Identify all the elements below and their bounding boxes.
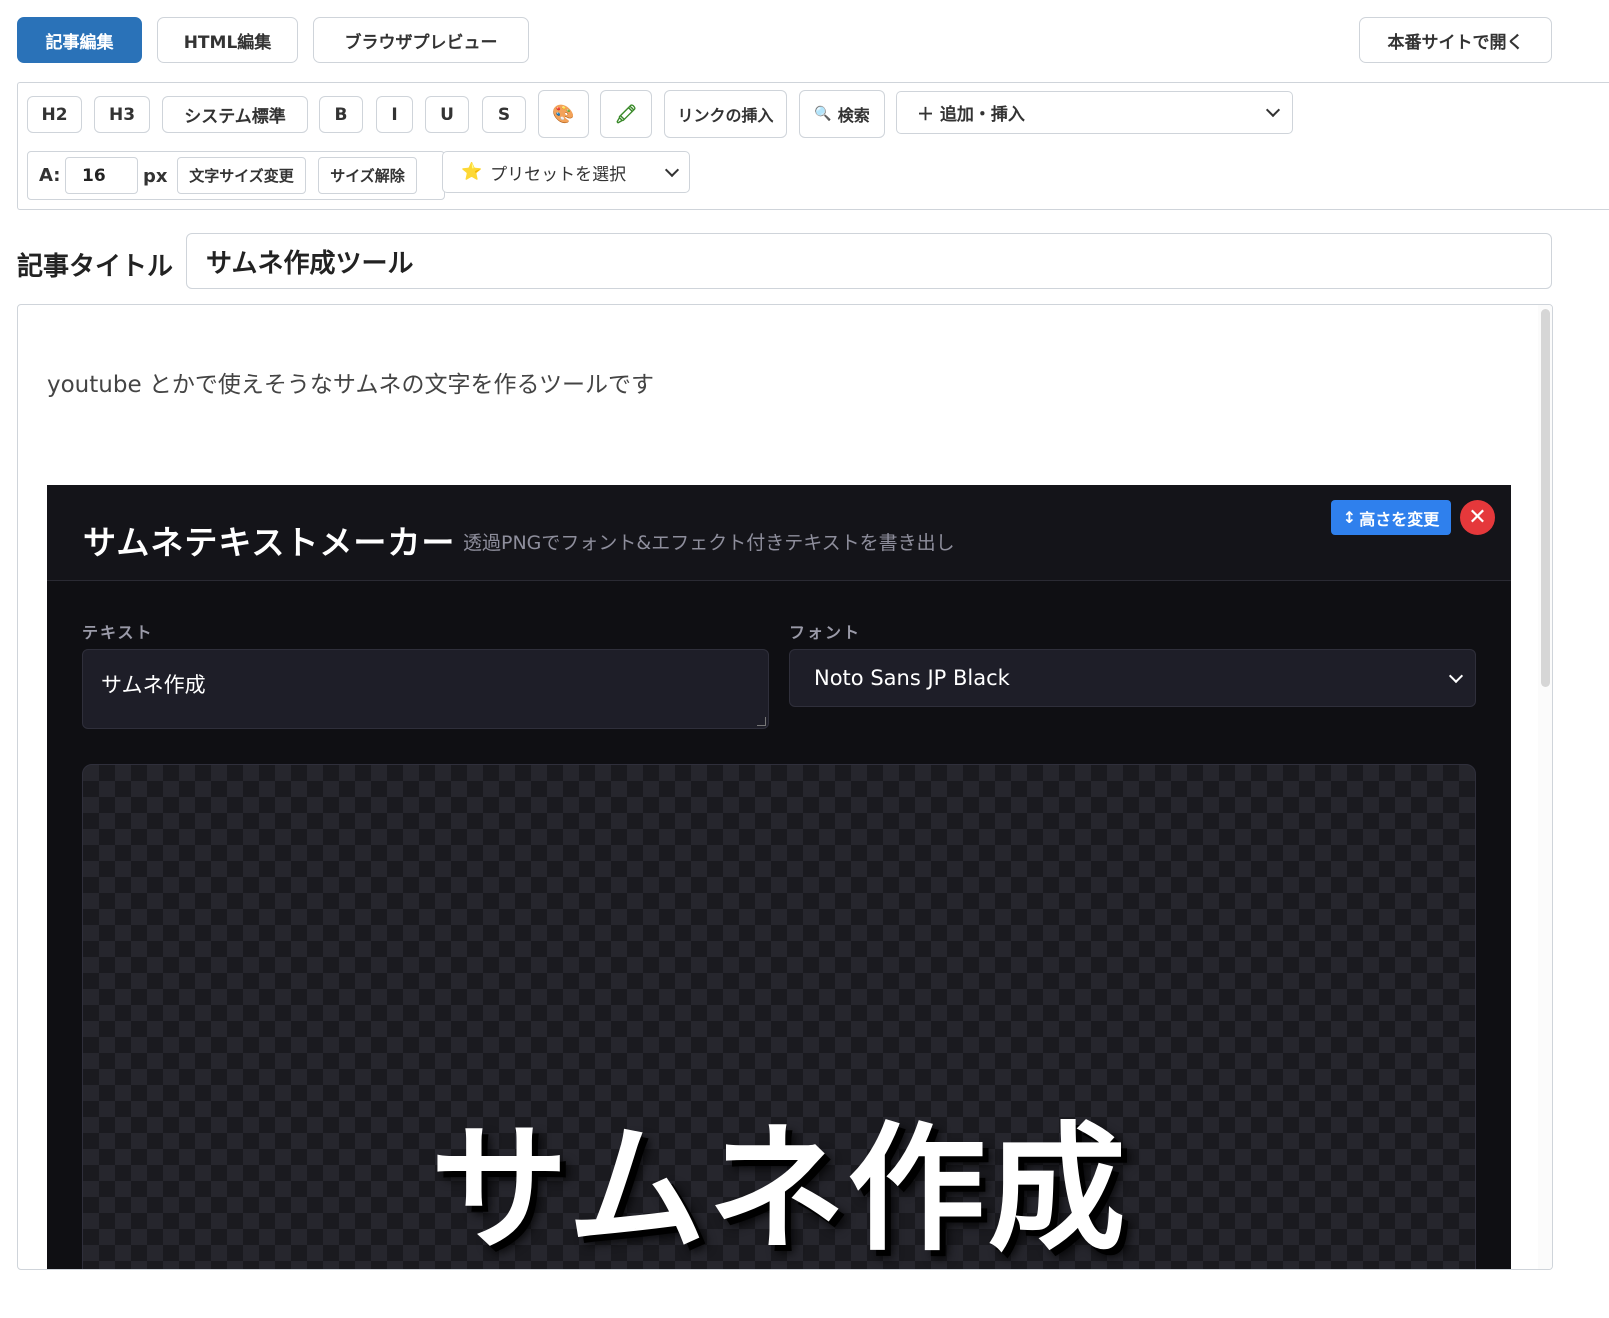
- app-title: サムネテキストメーカー: [83, 523, 456, 562]
- search-label: 検索: [837, 106, 870, 125]
- add-insert-select[interactable]: ＋ 追加・挿入: [896, 91, 1293, 134]
- app-header: サムネテキストメーカー 透過PNGでフォント&エフェクト付きテキストを書き出し …: [47, 485, 1511, 581]
- app-subtitle: 透過PNGでフォント&エフェクト付きテキストを書き出し: [463, 532, 955, 554]
- article-intro-text: youtube とかで使えそうなサムネの文字を作るツールです: [47, 372, 654, 398]
- font-select-value: Noto Sans JP Black: [814, 666, 1010, 690]
- text-color-button[interactable]: 🎨: [538, 90, 589, 138]
- search-button[interactable]: 🔍 検索: [799, 90, 885, 138]
- chevron-down-icon: [1448, 668, 1464, 683]
- insert-link-button[interactable]: リンクの挿入: [664, 90, 787, 138]
- bold-button[interactable]: B: [319, 96, 363, 133]
- font-size-input[interactable]: 16: [65, 157, 138, 194]
- article-title-input[interactable]: サムネ作成ツール: [186, 233, 1552, 289]
- star-icon: ⭐: [461, 162, 483, 182]
- font-size-group: A: 16 px 文字サイズ変更 サイズ解除: [27, 151, 445, 200]
- chevron-down-icon: [664, 162, 680, 177]
- textarea-resize-handle[interactable]: [757, 717, 766, 726]
- change-height-label: 高さを変更: [1359, 509, 1440, 529]
- h3-button[interactable]: H3: [94, 96, 150, 133]
- h2-button[interactable]: H2: [27, 96, 82, 133]
- open-production-site-button[interactable]: 本番サイトで開く: [1359, 17, 1552, 63]
- preview-canvas: サムネ作成: [82, 764, 1476, 1270]
- text-field-label: テキスト: [82, 623, 154, 642]
- close-button[interactable]: ✕: [1460, 500, 1495, 535]
- thumbnail-text-maker-embed: サムネテキストメーカー 透過PNGでフォント&エフェクト付きテキストを書き出し …: [47, 485, 1511, 1270]
- article-editor[interactable]: youtube とかで使えそうなサムネの文字を作るツールです サムネテキストメー…: [17, 304, 1553, 1270]
- editor-scrollbar-thumb[interactable]: [1541, 309, 1550, 687]
- clear-font-size-button[interactable]: サイズ解除: [318, 157, 417, 194]
- tab-article-edit[interactable]: 記事編集: [17, 17, 142, 63]
- resize-vertical-icon: ↕: [1342, 508, 1357, 527]
- add-insert-value: ＋ 追加・挿入: [917, 105, 1025, 125]
- search-icon: 🔍: [814, 106, 832, 122]
- strikethrough-button[interactable]: S: [482, 96, 526, 133]
- close-icon: ✕: [1468, 505, 1487, 530]
- text-input-value: サムネ作成: [101, 673, 206, 697]
- font-size-unit: px: [143, 166, 168, 187]
- tab-browser-preview[interactable]: ブラウザプレビュー: [313, 17, 529, 63]
- change-height-button[interactable]: ↕ 高さを変更: [1331, 500, 1451, 535]
- editor-scrollbar[interactable]: [1538, 305, 1552, 1269]
- system-font-button[interactable]: システム標準: [162, 96, 308, 133]
- editor-toolbar: H2 H3 システム標準 B I U S 🎨 🖍 リンクの挿入 🔍 検索 ＋ 追…: [17, 82, 1609, 210]
- highlight-button[interactable]: 🖍: [600, 90, 652, 138]
- palette-icon: 🎨: [552, 103, 575, 125]
- change-font-size-button[interactable]: 文字サイズ変更: [177, 157, 306, 194]
- marker-icon: 🖍: [614, 103, 638, 125]
- article-title-label: 記事タイトル: [17, 252, 174, 282]
- font-select[interactable]: Noto Sans JP Black: [789, 649, 1476, 707]
- text-input[interactable]: サムネ作成: [82, 649, 769, 729]
- italic-button[interactable]: I: [376, 96, 413, 133]
- underline-button[interactable]: U: [425, 96, 469, 133]
- font-field-label: フォント: [789, 623, 862, 642]
- font-size-prefix: A:: [39, 165, 61, 186]
- chevron-down-icon: [1265, 102, 1281, 118]
- preset-select[interactable]: ⭐ プリセットを選択: [442, 151, 690, 193]
- tab-html-edit[interactable]: HTML編集: [157, 17, 298, 63]
- preview-thumbnail-text: サムネ作成: [430, 1109, 1128, 1270]
- preset-value: プリセットを選択: [490, 164, 627, 185]
